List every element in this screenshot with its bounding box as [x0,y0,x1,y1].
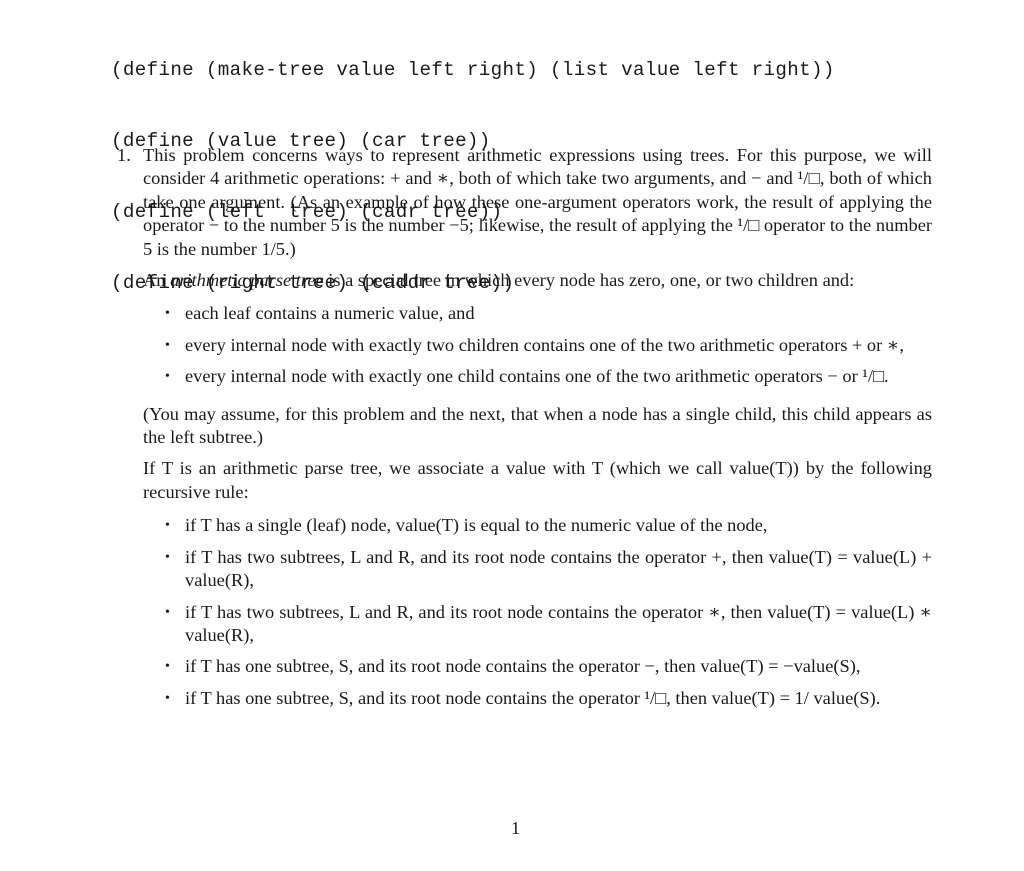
rule-text: if T has a single (leaf) node, value(T) … [185,515,768,536]
problem-number: 1. [117,145,131,165]
condition-text: every internal node with exactly two chi… [185,334,904,355]
conditions-list: • each leaf contains a numeric value, and… [143,302,932,388]
bullet-icon: • [165,518,170,534]
rule-text: if T has two subtrees, L and R, and its … [185,601,932,645]
problem-section: 1. This problem concerns ways to represe… [117,144,932,718]
problem-body: This problem concerns ways to represent … [143,144,932,718]
problem-item: 1. This problem concerns ways to represe… [117,144,932,718]
bullet-icon: • [165,369,170,385]
rule-item: • if T has two subtrees, L and R, and its… [163,546,932,593]
bullet-icon: • [165,659,170,675]
bullet-icon: • [165,690,170,706]
bullet-icon: • [165,604,170,620]
code-line: (define (make-tree value left right) (li… [111,59,835,82]
rule-text: if T has one subtree, S, and its root no… [185,656,861,677]
rule-item: • if T has two subtrees, L and R, and its… [163,601,932,648]
problem-intro: This problem concerns ways to represent … [143,145,932,259]
value-intro-paragraph: If T is an arithmetic parse tree, we ass… [143,458,932,502]
page-number: 1 [511,818,521,838]
definition-paragraph: An arithmetic parse tree is a special tr… [143,269,932,292]
bullet-icon: • [165,549,170,565]
rules-list: • if T has a single (leaf) node, value(T)… [143,514,932,710]
definition-term: arithmetic parse tree [170,270,324,291]
rule-item: • if T has one subtree, S, and its root n… [163,687,932,710]
rule-item: • if T has a single (leaf) node, value(T)… [163,514,932,537]
condition-item: • each leaf contains a numeric value, and [163,302,932,325]
condition-text: every internal node with exactly one chi… [185,366,889,387]
rule-text: if T has one subtree, S, and its root no… [185,687,881,708]
bullet-icon: • [165,337,170,353]
condition-item: • every internal node with exactly one ch… [163,365,932,388]
rule-text: if T has two subtrees, L and R, and its … [185,546,932,591]
bullet-icon: • [165,306,170,322]
condition-text: each leaf contains a numeric value, and [185,303,475,324]
condition-item: • every internal node with exactly two ch… [163,334,932,357]
definition-prefix: An [143,270,171,291]
rule-item: • if T has one subtree, S, and its root n… [163,655,932,678]
assumption-paragraph: (You may assume, for this problem and th… [143,403,932,448]
definition-suffix: is a special tree in which every node ha… [323,270,855,291]
